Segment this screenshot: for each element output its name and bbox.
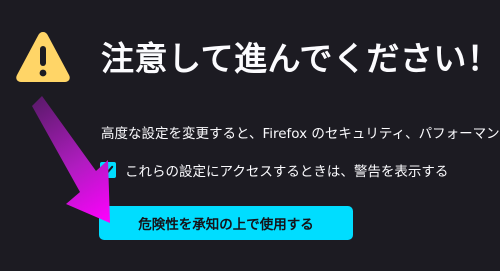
accept-risk-button[interactable]: 危険性を承知の上で使用する (99, 206, 353, 240)
warning-checkbox[interactable] (100, 162, 116, 178)
warning-preference-row[interactable]: これらの設定にアクセスするときは、警告を表示する (100, 160, 448, 180)
warning-icon (16, 32, 70, 82)
page-title: 注意して進んでください！ (101, 39, 500, 78)
checkmark-icon (103, 165, 114, 174)
checkbox-label: これらの設定にアクセスするときは、警告を表示する (125, 164, 449, 180)
description-text: 高度な設定を変更すると、Firefox のセキュリティ、パフォーマンス (101, 126, 500, 142)
